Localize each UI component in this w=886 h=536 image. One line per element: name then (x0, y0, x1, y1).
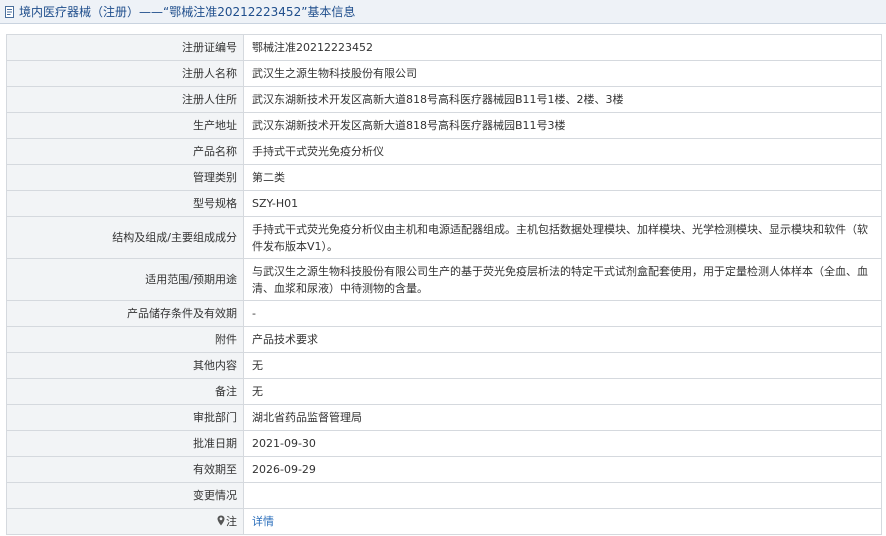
table-row: 产品名称 手持式干式荧光免疫分析仪 (6, 138, 882, 165)
table-row: 产品储存条件及有效期 - (6, 300, 882, 327)
field-value-registration-number: 鄂械注准20212223452 (243, 34, 882, 61)
field-label-registration-number: 注册证编号 (6, 34, 244, 61)
field-label-product-name: 产品名称 (6, 138, 244, 165)
field-label-attachment: 附件 (6, 326, 244, 353)
field-label-production-address: 生产地址 (6, 112, 244, 139)
pin-icon (217, 514, 225, 531)
field-value-intended-use: 与武汉生之源生物科技股份有限公司生产的基于荧光免疫层析法的特定干式试剂盒配套使用… (243, 258, 882, 301)
field-value-structure-composition: 手持式干式荧光免疫分析仪由主机和电源适配器组成。主机包括数据处理模块、加样模块、… (243, 216, 882, 259)
field-value-approval-department: 湖北省药品监督管理局 (243, 404, 882, 431)
field-label-intended-use: 适用范围/预期用途 (6, 258, 244, 301)
table-row: 审批部门 湖北省药品监督管理局 (6, 404, 882, 431)
table-row: 生产地址 武汉东湖新技术开发区高新大道818号高科医疗器械园B11号3楼 (6, 112, 882, 139)
table-row: 适用范围/预期用途 与武汉生之源生物科技股份有限公司生产的基于荧光免疫层析法的特… (6, 258, 882, 301)
field-value-registrant-address: 武汉东湖新技术开发区高新大道818号高科医疗器械园B11号1楼、2楼、3楼 (243, 86, 882, 113)
table-row: 注册证编号 鄂械注准20212223452 (6, 34, 882, 61)
field-value-other-content: 无 (243, 352, 882, 379)
field-value-storage-validity: - (243, 300, 882, 327)
field-label-storage-validity: 产品储存条件及有效期 (6, 300, 244, 327)
table-row: 批准日期 2021-09-30 (6, 430, 882, 457)
field-value-valid-until: 2026-09-29 (243, 456, 882, 483)
field-label-model-spec: 型号规格 (6, 190, 244, 217)
page-header: 境内医疗器械（注册）——“鄂械注准20212223452”基本信息 (0, 0, 886, 24)
field-value-remarks: 无 (243, 378, 882, 405)
field-value-change-status (243, 482, 882, 509)
field-label-structure-composition: 结构及组成/主要组成成分 (6, 216, 244, 259)
field-label-approval-date: 批准日期 (6, 430, 244, 457)
field-label-valid-until: 有效期至 (6, 456, 244, 483)
field-value-registrant-name: 武汉生之源生物科技股份有限公司 (243, 60, 882, 87)
field-label-management-category: 管理类别 (6, 164, 244, 191)
note-label-text: 注 (226, 514, 237, 528)
table-row: 注册人住所 武汉东湖新技术开发区高新大道818号高科医疗器械园B11号1楼、2楼… (6, 86, 882, 113)
device-info-table: 注册证编号 鄂械注准20212223452 注册人名称 武汉生之源生物科技股份有… (6, 34, 882, 535)
field-value-attachment: 产品技术要求 (243, 326, 882, 353)
table-row: 管理类别 第二类 (6, 164, 882, 191)
table-row: 附件 产品技术要求 (6, 326, 882, 353)
details-link[interactable]: 详情 (252, 515, 274, 528)
table-row: 变更情况 (6, 482, 882, 509)
table-row: 有效期至 2026-09-29 (6, 456, 882, 483)
table-row: 其他内容 无 (6, 352, 882, 379)
field-value-management-category: 第二类 (243, 164, 882, 191)
table-row: 结构及组成/主要组成成分 手持式干式荧光免疫分析仪由主机和电源适配器组成。主机包… (6, 216, 882, 259)
table-row: 备注 无 (6, 378, 882, 405)
field-label-note: 注 (6, 508, 244, 535)
table-row: 型号规格 SZY-H01 (6, 190, 882, 217)
field-label-remarks: 备注 (6, 378, 244, 405)
field-label-other-content: 其他内容 (6, 352, 244, 379)
field-value-production-address: 武汉东湖新技术开发区高新大道818号高科医疗器械园B11号3楼 (243, 112, 882, 139)
field-label-registrant-address: 注册人住所 (6, 86, 244, 113)
field-value-model-spec: SZY-H01 (243, 190, 882, 217)
table-row: 注 详情 (6, 508, 882, 535)
field-label-change-status: 变更情况 (6, 482, 244, 509)
document-icon (4, 5, 16, 18)
field-label-registrant-name: 注册人名称 (6, 60, 244, 87)
page-title: 境内医疗器械（注册）——“鄂械注准20212223452”基本信息 (19, 5, 356, 19)
table-row: 注册人名称 武汉生之源生物科技股份有限公司 (6, 60, 882, 87)
field-value-product-name: 手持式干式荧光免疫分析仪 (243, 138, 882, 165)
field-value-approval-date: 2021-09-30 (243, 430, 882, 457)
field-value-note: 详情 (243, 508, 882, 535)
field-label-approval-department: 审批部门 (6, 404, 244, 431)
